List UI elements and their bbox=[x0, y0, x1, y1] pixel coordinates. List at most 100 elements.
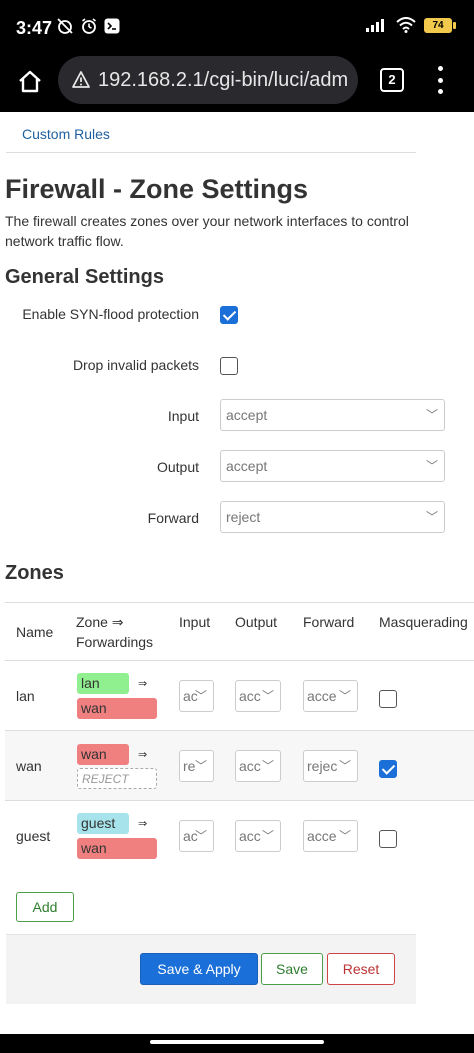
status-bar: 3:47 74 bbox=[0, 0, 474, 52]
forward-target-badge: wan bbox=[77, 698, 157, 719]
chevron-down-icon: ﹀ bbox=[261, 689, 274, 703]
url-text: 192.168.2.1/cgi-bin/luci/adm bbox=[98, 68, 349, 91]
save-button[interactable]: Save bbox=[261, 953, 323, 985]
menu-dot-icon bbox=[437, 77, 443, 83]
page-description: The firewall creates zones over your net… bbox=[5, 213, 409, 249]
forward-policy-label: Forward bbox=[147, 510, 199, 526]
zone-forward-select[interactable]: rejec ﹀ bbox=[303, 750, 358, 782]
zone-output-select[interactable]: acc ﹀ bbox=[235, 820, 281, 852]
masquerading-checkbox[interactable] bbox=[379, 690, 397, 708]
tab-switcher-button[interactable]: 2 bbox=[380, 68, 404, 92]
table-border bbox=[5, 602, 474, 603]
zone-badge: guest bbox=[77, 813, 129, 834]
header-forward: Forward bbox=[303, 614, 355, 630]
header-zone-line1: Zone ⇒ bbox=[76, 614, 124, 630]
drop-invalid-label: Drop invalid packets bbox=[72, 357, 199, 373]
forward-arrow-icon: ⇒ bbox=[138, 678, 148, 690]
input-policy-label: Input bbox=[167, 408, 199, 424]
zones-table: Name Zone ⇒ Forwardings Input Output For… bbox=[5, 602, 474, 872]
chevron-down-icon: ﹀ bbox=[425, 510, 438, 524]
overflow-menu-button[interactable] bbox=[432, 66, 448, 94]
chevron-down-icon: ﹀ bbox=[194, 759, 207, 773]
zone-output-select[interactable]: acc ﹀ bbox=[235, 680, 281, 712]
tab-divider bbox=[6, 152, 416, 153]
chevron-down-icon: ﹀ bbox=[261, 759, 274, 773]
chevron-down-icon: ﹀ bbox=[425, 408, 438, 422]
chevron-down-icon: ﹀ bbox=[425, 459, 438, 473]
header-zone-forwardings: Zone ⇒ Forwardings bbox=[76, 612, 153, 652]
home-gesture-handle[interactable] bbox=[150, 1040, 324, 1044]
reset-button[interactable]: Reset bbox=[327, 953, 395, 985]
zone-input-select[interactable]: ac ﹀ bbox=[179, 680, 214, 712]
zones-title: Zones bbox=[5, 562, 64, 584]
wifi-icon bbox=[396, 17, 416, 33]
input-policy-value: accept bbox=[226, 407, 268, 423]
general-settings-title: General Settings bbox=[5, 266, 164, 288]
output-policy-value: accept bbox=[226, 458, 268, 474]
zone-input-value: re bbox=[183, 758, 196, 774]
add-zone-button[interactable]: Add bbox=[16, 892, 74, 922]
output-policy-select[interactable]: accept ﹀ bbox=[220, 450, 445, 482]
zone-forward-select[interactable]: acce ﹀ bbox=[303, 680, 358, 712]
status-time: 3:47 bbox=[16, 18, 53, 38]
zone-output-value: acc bbox=[239, 688, 261, 704]
syn-flood-label: Enable SYN-flood protection bbox=[22, 306, 199, 322]
forward-policy-select[interactable]: reject ﹀ bbox=[220, 501, 445, 533]
chevron-down-icon: ﹀ bbox=[338, 829, 351, 843]
zone-badge: lan bbox=[77, 673, 129, 694]
signal-icon bbox=[366, 19, 384, 32]
input-policy-select[interactable]: accept ﹀ bbox=[220, 399, 445, 431]
zone-output-select[interactable]: acc ﹀ bbox=[235, 750, 281, 782]
table-border bbox=[5, 800, 474, 801]
chevron-down-icon: ﹀ bbox=[338, 689, 351, 703]
zone-forward-value: acce bbox=[307, 828, 337, 844]
zone-input-select[interactable]: ac ﹀ bbox=[179, 820, 214, 852]
zone-name: guest bbox=[16, 828, 51, 844]
page-title: Firewall - Zone Settings bbox=[5, 174, 309, 204]
drop-invalid-checkbox[interactable] bbox=[220, 357, 238, 375]
output-policy-label: Output bbox=[156, 459, 199, 475]
header-masquerading: Masquerading bbox=[379, 614, 468, 630]
table-border bbox=[5, 660, 474, 661]
chevron-down-icon: ﹀ bbox=[194, 689, 207, 703]
terminal-icon bbox=[104, 18, 120, 34]
zone-name: lan bbox=[16, 688, 35, 704]
header-output: Output bbox=[235, 614, 278, 630]
home-button[interactable] bbox=[12, 64, 48, 100]
forward-arrow-icon: ⇒ bbox=[138, 749, 148, 761]
tab-custom-rules[interactable]: Custom Rules bbox=[22, 126, 110, 142]
chevron-down-icon: ﹀ bbox=[261, 829, 274, 843]
masquerading-checkbox[interactable] bbox=[379, 760, 397, 778]
forward-target-badge: REJECT bbox=[77, 768, 157, 789]
zone-forward-value: acce bbox=[307, 688, 337, 704]
save-apply-button[interactable]: Save & Apply bbox=[140, 953, 258, 985]
masquerading-checkbox[interactable] bbox=[379, 830, 397, 848]
battery-icon: 74 bbox=[424, 17, 456, 33]
muted-alarm-icon bbox=[57, 18, 73, 34]
forward-target-badge: wan bbox=[77, 838, 157, 859]
status-right-icons: 74 bbox=[366, 17, 456, 33]
form-actions: Save & Apply Save Reset bbox=[6, 934, 416, 1004]
zone-input-select[interactable]: re ﹀ bbox=[179, 750, 214, 782]
menu-dot-icon bbox=[437, 66, 443, 71]
forward-policy-value: reject bbox=[226, 509, 261, 525]
header-name: Name bbox=[16, 624, 54, 640]
forward-arrow-icon: ⇒ bbox=[138, 818, 148, 830]
zone-output-value: acc bbox=[239, 828, 261, 844]
zone-forward-select[interactable]: acce ﹀ bbox=[303, 820, 358, 852]
menu-dot-icon bbox=[437, 89, 443, 94]
zone-output-value: acc bbox=[239, 758, 261, 774]
alarm-icon bbox=[82, 18, 96, 34]
address-bar[interactable]: 192.168.2.1/cgi-bin/luci/adm bbox=[58, 56, 358, 104]
chevron-down-icon: ﹀ bbox=[194, 829, 207, 843]
chevron-down-icon: ﹀ bbox=[338, 759, 351, 773]
site-info-icon[interactable] bbox=[72, 71, 90, 89]
zone-badge: wan bbox=[77, 744, 129, 765]
browser-toolbar: 192.168.2.1/cgi-bin/luci/adm 2 bbox=[0, 52, 474, 112]
status-left-icons bbox=[56, 17, 120, 35]
home-icon bbox=[19, 70, 41, 93]
header-input: Input bbox=[179, 614, 211, 630]
header-zone-line2: Forwardings bbox=[76, 634, 154, 650]
zone-forward-value: rejec bbox=[307, 758, 338, 774]
syn-flood-checkbox[interactable] bbox=[220, 306, 238, 324]
